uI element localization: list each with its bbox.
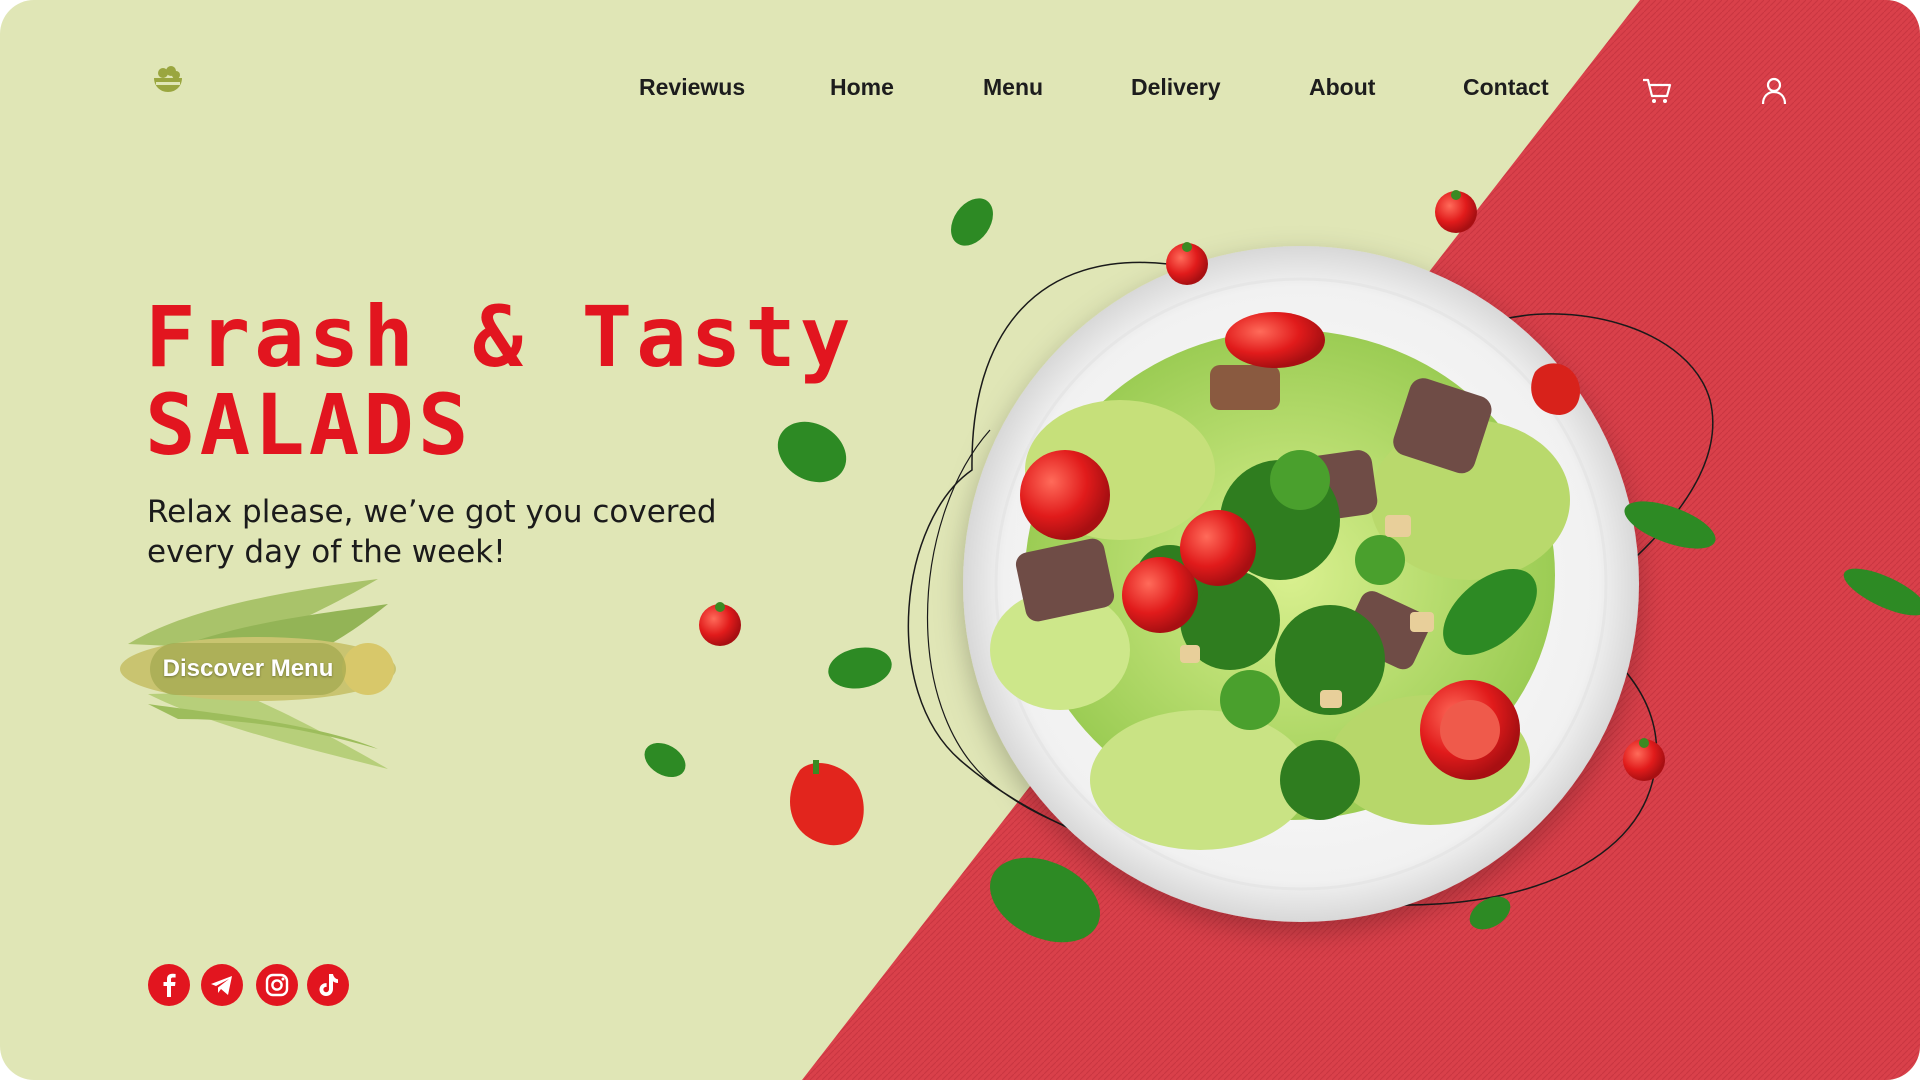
landing-page: Reviewus Home Menu Delivery About Contac… (0, 0, 1920, 1080)
main-navigation: Reviewus Home Menu Delivery About Contac… (0, 74, 1920, 104)
nav-item-menu[interactable]: Menu (983, 74, 1043, 101)
nav-item-home[interactable]: Home (830, 74, 894, 101)
tiktok-icon[interactable] (307, 964, 349, 1006)
nav-item-about[interactable]: About (1309, 74, 1375, 101)
telegram-icon[interactable] (201, 964, 243, 1006)
user-icon[interactable] (1757, 74, 1791, 108)
discover-menu-button[interactable]: Discover Menu (150, 643, 346, 695)
headline-line-1: Frash & Tasty (145, 288, 855, 386)
shopping-cart-icon[interactable] (1640, 74, 1674, 108)
hero-subtitle: Relax please, we’ve got you covered ever… (147, 494, 717, 570)
headline-line-2: SALADS (145, 376, 473, 474)
instagram-icon[interactable] (256, 964, 298, 1006)
hero-headline: Frash & Tasty SALADS (145, 293, 854, 469)
nav-item-delivery[interactable]: Delivery (1131, 74, 1221, 101)
facebook-icon[interactable] (148, 964, 190, 1006)
nav-item-contact[interactable]: Contact (1463, 74, 1549, 101)
nav-item-reviewus[interactable]: Reviewus (639, 74, 745, 101)
